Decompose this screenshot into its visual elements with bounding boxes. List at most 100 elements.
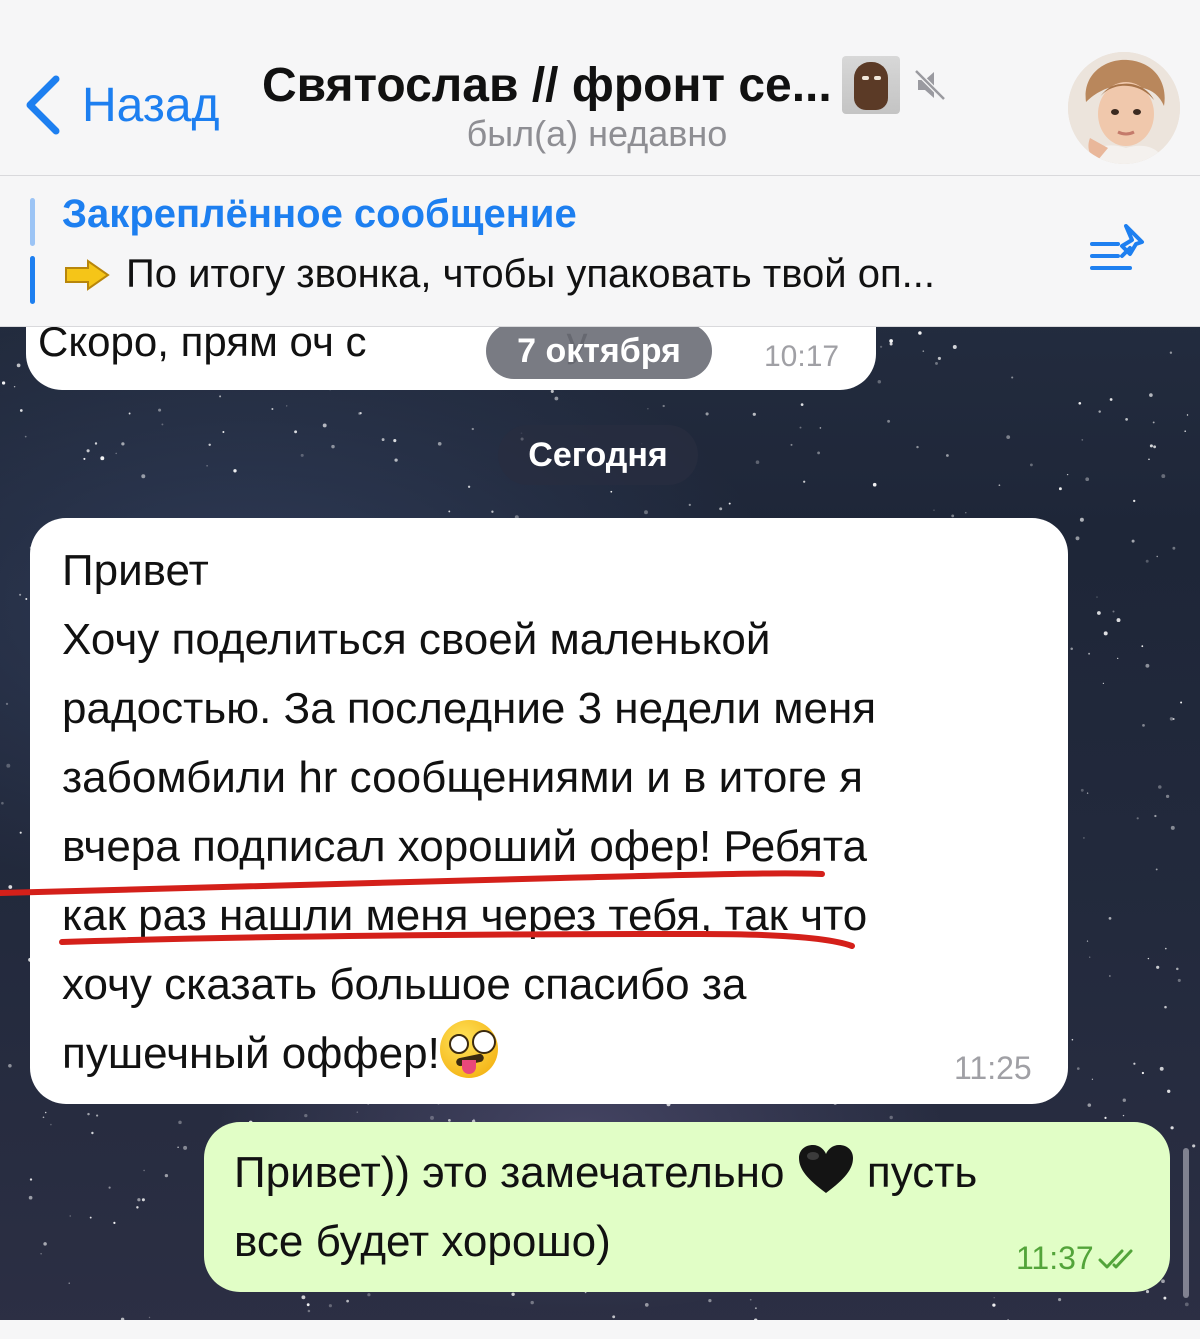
- star: [437, 441, 442, 446]
- chevron-left-icon: [26, 75, 60, 135]
- star: [1075, 536, 1080, 541]
- star: [1086, 792, 1089, 794]
- star: [1, 801, 4, 805]
- star: [178, 1120, 182, 1125]
- star: [467, 485, 471, 488]
- back-button[interactable]: Назад: [22, 70, 220, 140]
- star: [889, 1115, 893, 1120]
- star: [143, 1169, 145, 1172]
- star: [1087, 1103, 1092, 1107]
- star: [946, 454, 949, 457]
- star: [752, 412, 756, 416]
- star: [1155, 868, 1158, 871]
- star: [1098, 410, 1101, 413]
- star: [965, 512, 967, 514]
- star: [1165, 794, 1170, 799]
- star: [148, 1316, 151, 1319]
- star: [1186, 414, 1189, 416]
- star: [1116, 618, 1121, 623]
- star: [1066, 473, 1069, 476]
- star: [1169, 717, 1174, 721]
- star: [688, 503, 691, 507]
- star: [550, 389, 554, 393]
- star: [91, 1131, 94, 1135]
- chat-title: Святослав // фронт се...: [262, 58, 832, 112]
- pinned-list-icon[interactable]: [1088, 220, 1154, 280]
- star: [662, 404, 665, 408]
- star: [42, 1116, 45, 1119]
- message-line-text: пушечный оффер!: [62, 1029, 440, 1078]
- star: [94, 442, 98, 445]
- star: [358, 412, 361, 415]
- star: [1, 381, 6, 385]
- black-heart-icon: [798, 1145, 853, 1193]
- star: [300, 453, 304, 457]
- star: [68, 1282, 70, 1284]
- star: [1076, 1067, 1080, 1070]
- star: [1070, 647, 1073, 650]
- star: [222, 431, 225, 433]
- star: [1097, 611, 1101, 615]
- star: [1103, 631, 1108, 636]
- incoming-message-text: Привет Хочу поделиться своей маленькой р…: [62, 536, 1052, 1088]
- star: [1141, 645, 1144, 648]
- star: [294, 430, 298, 434]
- star: [1136, 817, 1139, 820]
- custom-emoji-icon: [841, 56, 900, 114]
- star: [1149, 444, 1153, 448]
- star: [530, 1300, 534, 1305]
- date-separator-floating: 7 октября: [486, 323, 712, 379]
- previous-message-time: 10:17: [764, 340, 840, 373]
- star: [5, 702, 9, 706]
- star: [935, 361, 938, 365]
- star: [1102, 682, 1105, 685]
- star: [1180, 701, 1183, 704]
- star: [86, 449, 90, 453]
- star: [755, 460, 760, 464]
- message-line: забомбили hr сообщениями и в итоге я: [62, 753, 863, 802]
- message-line-last: пушечный оффер!: [62, 1019, 1052, 1088]
- star: [233, 469, 237, 473]
- star: [705, 412, 709, 416]
- star: [998, 484, 1001, 487]
- star: [1058, 487, 1062, 491]
- star: [87, 1112, 90, 1116]
- muted-speaker-icon: [913, 69, 946, 101]
- pointing-right-icon: [65, 258, 110, 291]
- star: [1085, 477, 1090, 482]
- star: [1091, 1078, 1094, 1080]
- star: [50, 1123, 52, 1126]
- star: [158, 408, 162, 412]
- star: [889, 342, 893, 346]
- star: [285, 405, 288, 407]
- star: [1167, 1089, 1171, 1093]
- pinned-message-bar[interactable]: Закреплённое сообщение По итогу звонка, …: [0, 176, 1200, 327]
- star: [993, 1297, 995, 1299]
- star: [128, 412, 131, 415]
- star: [40, 1253, 42, 1255]
- message-line: вчера подписал хороший офер! Ребята: [62, 822, 867, 871]
- star: [19, 831, 22, 834]
- star: [1079, 517, 1084, 522]
- star: [1071, 1038, 1074, 1041]
- star: [872, 482, 877, 487]
- star: [951, 514, 955, 518]
- star: [719, 507, 723, 511]
- message-line: все будет хорошо): [234, 1217, 611, 1266]
- star: [1096, 596, 1098, 598]
- star: [219, 395, 222, 398]
- star: [161, 423, 164, 426]
- star: [1145, 1290, 1150, 1294]
- star: [1082, 836, 1085, 839]
- star: [141, 1198, 145, 1202]
- star: [937, 356, 941, 360]
- chat-title-area[interactable]: Святослав // фронт се...: [262, 52, 982, 118]
- message-line: радостью. За последние 3 недели меня: [62, 684, 877, 733]
- pinned-text: По итогу звонка, чтобы упаковать твой оп…: [126, 252, 935, 296]
- scrollbar[interactable]: [1183, 1148, 1189, 1298]
- star: [96, 1114, 99, 1117]
- star: [136, 1206, 139, 1209]
- star: [1192, 1144, 1196, 1148]
- star: [1156, 555, 1158, 558]
- avatar[interactable]: [1068, 52, 1180, 164]
